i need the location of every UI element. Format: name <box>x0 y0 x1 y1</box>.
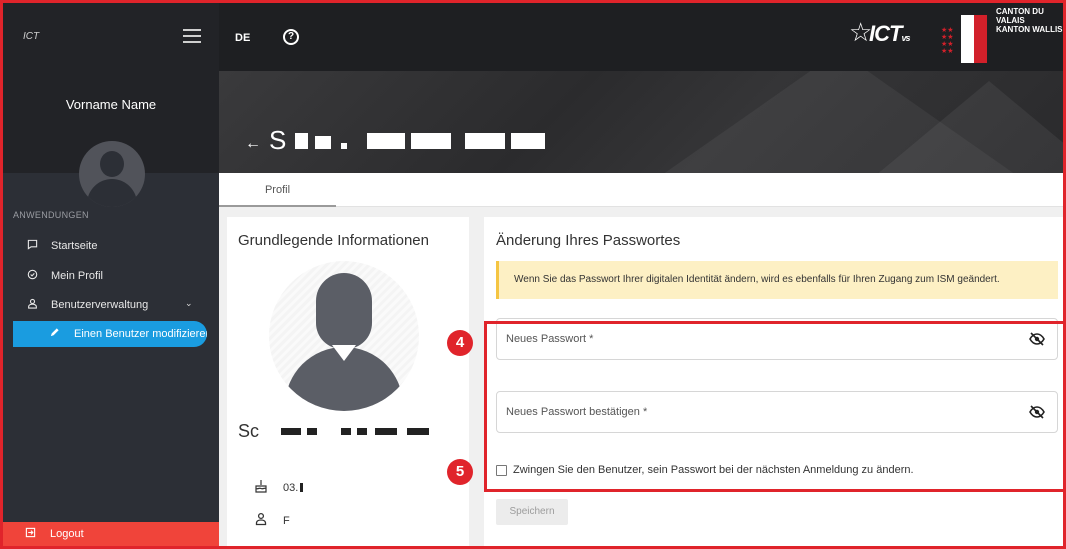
logout-button[interactable]: Logout <box>3 522 219 546</box>
redacted-text <box>341 143 347 149</box>
sidebar-item-label: Einen Benutzer modifizieren <box>74 328 207 340</box>
canton-stars-icon: ★★ ★★ ★★ ★★ <box>941 27 954 55</box>
canton-flag-icon <box>961 15 987 63</box>
birthdate-value: 03. <box>283 481 299 494</box>
shield-check-icon <box>25 269 39 283</box>
page-title: S <box>269 125 288 155</box>
user-icon <box>25 298 39 312</box>
basic-info-card: Grundlegende Informationen Sc 03. F <box>227 217 469 546</box>
identity-notice: Wenn Sie das Passwort Ihrer digitalen Id… <box>496 261 1058 299</box>
page-banner: ← S <box>219 71 1063 173</box>
basic-info-title: Grundlegende Informationen <box>238 232 429 249</box>
redacted-text <box>465 133 505 149</box>
redacted-text <box>295 133 308 149</box>
message-square-icon <box>25 239 39 253</box>
redacted-text <box>315 136 331 149</box>
sidebar-item-startseite[interactable]: Startseite <box>3 233 219 259</box>
person-icon <box>253 512 269 529</box>
logout-label: Logout <box>50 528 84 540</box>
pencil-icon <box>49 327 60 341</box>
profile-name: Sc <box>238 421 260 441</box>
save-button[interactable]: Speichern <box>496 499 568 525</box>
sidebar-username: Vorname Name <box>65 97 157 112</box>
redacted-text <box>375 428 397 435</box>
canton-logo-text: CANTON DU VALAIS KANTON WALLIS <box>996 7 1063 34</box>
password-change-title: Änderung Ihres Passwortes <box>496 232 681 249</box>
sidebar-item-label: Benutzerverwaltung <box>51 299 149 311</box>
redacted-text <box>300 483 304 492</box>
sidebar-section-label: ANWENDUNGEN <box>13 210 89 220</box>
annotation-badge-5: 5 <box>447 459 473 485</box>
redacted-text <box>341 428 351 435</box>
tab-bar: Profil <box>219 173 1063 207</box>
logout-icon <box>25 527 36 541</box>
language-switch[interactable]: DE <box>235 32 250 44</box>
app-logo: ICT <box>23 31 40 42</box>
annotation-highlight-box <box>484 321 1063 492</box>
redacted-text <box>411 133 451 149</box>
sidebar-item-einen-benutzer-modifizieren[interactable]: Einen Benutzer modifizieren <box>13 321 207 347</box>
ict-logo: ICTvs <box>869 21 910 46</box>
sidebar-item-benutzerverwaltung[interactable]: Benutzerverwaltung ⌄ <box>3 292 219 318</box>
gender-row: F <box>253 512 290 529</box>
chevron-down-icon[interactable]: ⌄ <box>185 298 193 309</box>
sidebar-item-label: Startseite <box>51 240 98 252</box>
top-bar: DE ? ☆ ICTvs ★★ ★★ ★★ ★★ CANTON DU VALAI… <box>219 3 1063 71</box>
annotation-badge-4: 4 <box>447 330 473 356</box>
redacted-text <box>281 428 301 435</box>
sidebar-item-mein-profil[interactable]: Mein Profil <box>3 263 219 289</box>
sidebar: ICT Vorname Name ANWENDUNGEN Startseite … <box>3 3 219 546</box>
back-arrow-icon[interactable]: ← <box>245 135 261 153</box>
birthday-cake-icon <box>253 479 269 496</box>
gender-value: F <box>283 514 290 527</box>
tab-profil[interactable]: Profil <box>219 173 336 207</box>
hamburger-menu-icon[interactable] <box>183 29 201 43</box>
help-icon[interactable]: ? <box>283 29 299 45</box>
sidebar-item-label: Mein Profil <box>51 270 103 282</box>
app-frame: ICT Vorname Name ANWENDUNGEN Startseite … <box>0 0 1066 549</box>
redacted-text <box>367 133 405 149</box>
profile-avatar <box>269 261 419 411</box>
redacted-text <box>407 428 429 435</box>
birthdate-row: 03. <box>253 479 304 496</box>
redacted-text <box>307 428 317 435</box>
sidebar-avatar <box>79 141 145 207</box>
redacted-text <box>511 133 545 149</box>
redacted-text <box>357 428 367 435</box>
